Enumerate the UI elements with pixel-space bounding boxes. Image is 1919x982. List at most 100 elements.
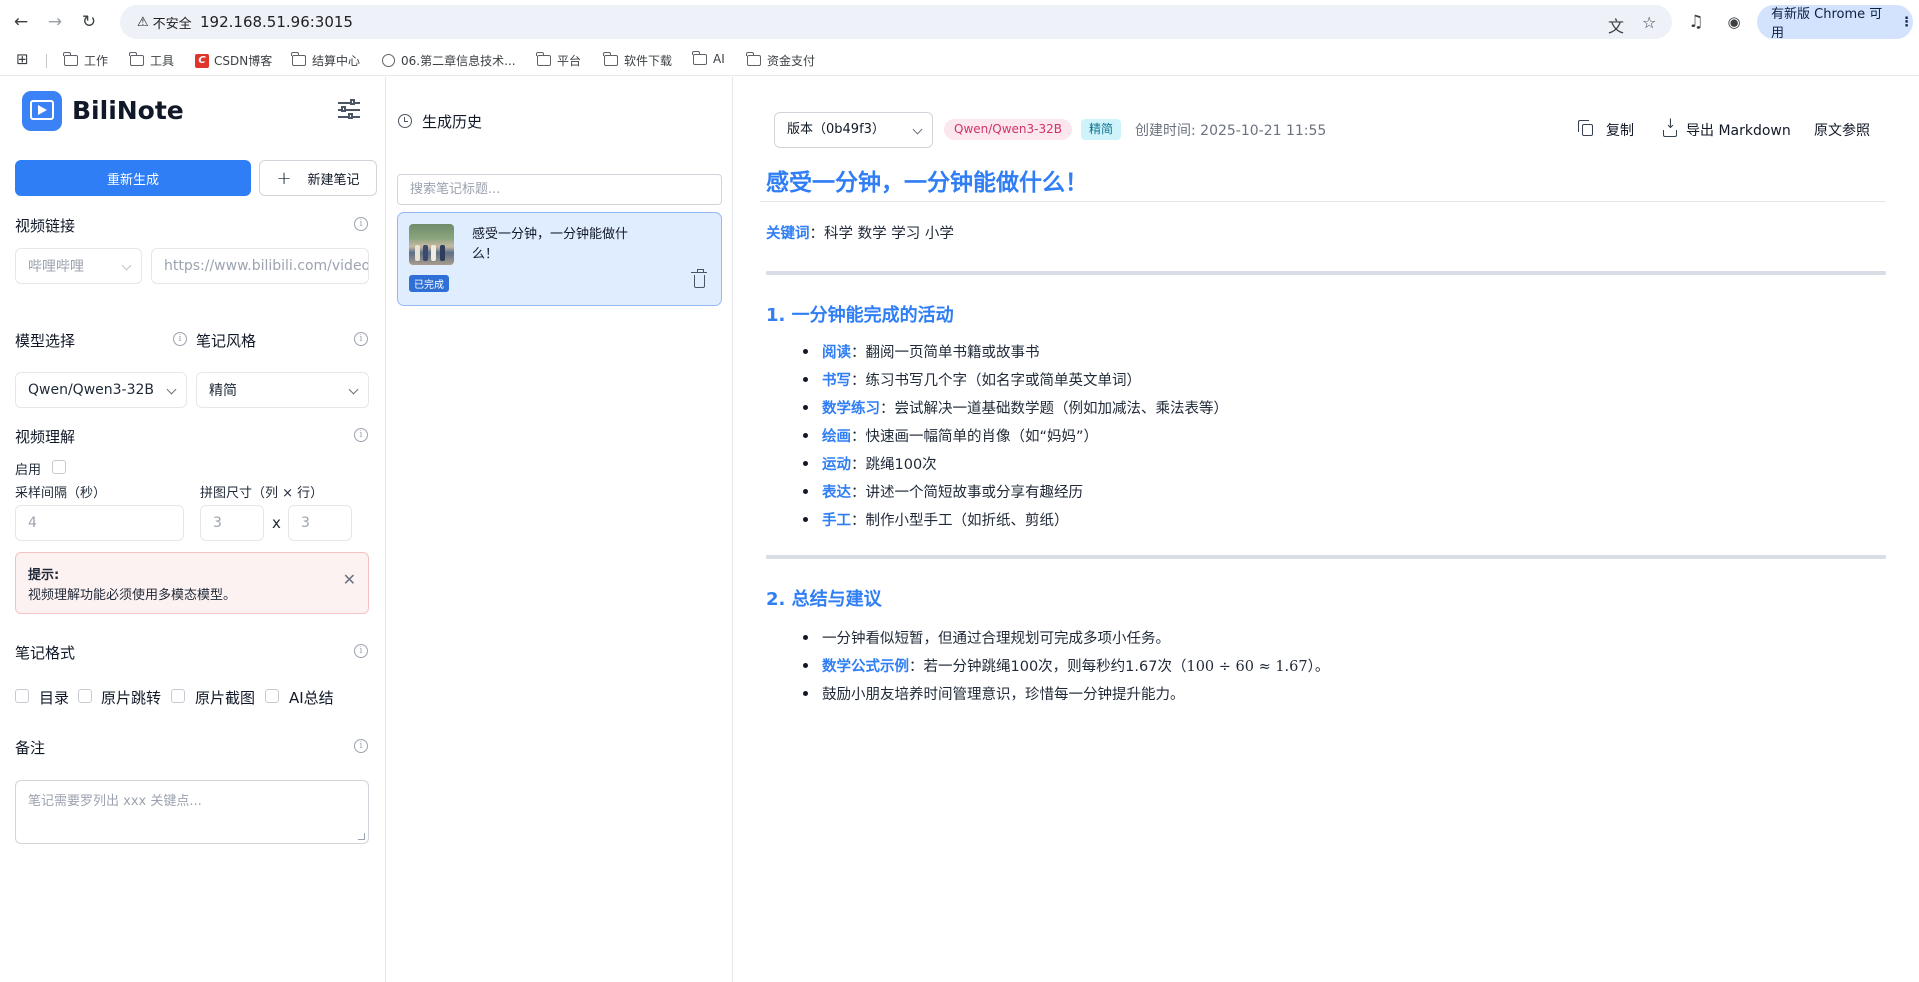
keywords-label: 关键词 [766, 226, 810, 242]
bookmark-item[interactable]: AI [692, 50, 725, 66]
style-badge: 精简 [1081, 119, 1122, 140]
apps-grid-icon[interactable]: ⊞ [16, 50, 29, 68]
format-label-ai-summary: AI总结 [289, 689, 334, 707]
grid-x-separator: x [272, 514, 281, 532]
bookmark-item[interactable]: 资金支付 [746, 52, 815, 69]
settings-sliders-icon[interactable] [338, 99, 360, 121]
info-icon[interactable]: i [354, 739, 368, 753]
interval-input[interactable]: 4 [15, 505, 184, 541]
close-icon[interactable]: ✕ [343, 570, 356, 589]
folder-icon [746, 52, 761, 66]
plus-icon: + [276, 167, 292, 189]
bookmark-item[interactable]: 06.第二章信息技术... [382, 52, 516, 69]
bookmark-item[interactable]: 工具 [129, 52, 174, 69]
section-heading: 1. 一分钟能完成的活动 [766, 305, 954, 326]
copy-button[interactable]: 复制 [1578, 120, 1634, 140]
info-icon[interactable]: i [354, 217, 368, 231]
list-item: 数学练习：尝试解决一道基础数学题（例如加减法、乘法表等） [803, 397, 1228, 418]
media-icon[interactable]: ♫ [1683, 9, 1709, 35]
list-item: 数学公式示例：若一分钟跳绳100次，则每秒约1.67次（100 ÷ 60 ≈ 1… [802, 655, 1330, 676]
slider-knob [348, 113, 353, 119]
style-select[interactable]: 精简 [196, 372, 369, 408]
regenerate-button[interactable]: 重新生成 [15, 160, 251, 196]
bookmark-item[interactable]: 软件下载 [603, 52, 672, 69]
list-item: 表达：讲述一个简短故事或分享有趣经历 [803, 481, 1083, 502]
source-reference-button[interactable]: 原文参照 [1814, 120, 1870, 140]
profile-icon[interactable]: ◉ [1721, 9, 1747, 35]
model-select[interactable]: Qwen/Qwen3-32B [15, 372, 187, 408]
slider-knob [350, 99, 355, 105]
new-note-button[interactable]: + 新建笔记 [259, 160, 377, 196]
list-item: 运动：跳绳100次 [803, 453, 937, 474]
security-chip[interactable]: ⚠ 不安全 [130, 12, 199, 32]
thumb-figure [431, 245, 436, 261]
item-keyword: 数学练习 [822, 401, 880, 417]
reload-icon[interactable]: ↻ [76, 9, 102, 35]
version-select[interactable]: 版本（0b49f3） [774, 112, 933, 148]
title-divider [760, 201, 1886, 202]
list-item: 鼓励小朋友培养时间管理意识，珍惜每一分钟提升能力。 [803, 683, 1185, 704]
item-text: ：制作小型手工（如折纸、剪纸） [851, 513, 1069, 529]
info-icon[interactable]: i [354, 644, 368, 658]
list-item: 阅读：翻阅一页简单书籍或故事书 [803, 341, 1040, 362]
item-keyword: 数学公式示例 [822, 659, 909, 675]
history-panel: 生成历史 搜索笔记标题... 感受一分钟，一分钟能做什么！ 已完成 [387, 77, 733, 982]
bookmark-star-icon[interactable]: ☆ [1642, 13, 1656, 32]
translate-icon[interactable]: 文 [1608, 13, 1624, 37]
clock-icon [398, 114, 412, 128]
globe-icon [382, 54, 395, 67]
thumb-figure [440, 245, 445, 261]
bookmarks-divider [46, 54, 47, 68]
thumb-figure [423, 245, 428, 261]
item-text: ：翻阅一页简单书籍或故事书 [851, 345, 1040, 361]
enable-label: 启用 [15, 463, 42, 478]
search-input[interactable]: 搜索笔记标题... [397, 174, 722, 205]
video-url-input[interactable]: https://www.bilibili.com/video/... [151, 248, 369, 284]
more-menu-icon: ⋮ [1900, 14, 1913, 30]
history-item[interactable]: 感受一分钟，一分钟能做什么！ 已完成 [397, 212, 722, 306]
format-checkbox-screenshot[interactable] [171, 689, 185, 703]
item-text: ：快速画一幅简单的肖像（如“妈妈”） [851, 429, 1099, 445]
forward-icon[interactable]: → [42, 9, 68, 35]
bookmark-item[interactable]: 平台 [536, 52, 581, 69]
csdn-icon: C [195, 53, 209, 68]
info-icon[interactable]: i [173, 332, 187, 346]
grid-cols-input[interactable]: 3 [200, 505, 264, 541]
list-item: 书写：练习书写几个字（如名字或简单英文单词） [803, 369, 1141, 390]
list-item: 手工：制作小型手工（如折纸、剪纸） [803, 509, 1069, 530]
grid-rows-input[interactable]: 3 [288, 505, 352, 541]
bookmark-item[interactable]: 工作 [63, 52, 108, 69]
math-formula: 100 ÷ 60 ≈ 1.67 [1186, 659, 1308, 675]
bookmark-item[interactable]: 结算中心 [291, 52, 360, 69]
format-label-screenshot: 原片截图 [195, 689, 256, 707]
warning-icon: ⚠ [137, 14, 149, 30]
video-link-title: 视频链接 [15, 217, 76, 235]
format-checkbox-toc[interactable] [15, 689, 29, 703]
bookmark-item[interactable]: C CSDN博客 [195, 52, 272, 69]
interval-label: 采样间隔（秒） [15, 486, 107, 501]
thumb-figure [415, 245, 420, 261]
format-checkbox-ai-summary[interactable] [265, 689, 279, 703]
export-markdown-button[interactable]: 导出 Markdown [1663, 117, 1791, 140]
enable-checkbox[interactable] [52, 460, 66, 474]
back-icon[interactable]: ← [8, 9, 34, 35]
info-icon[interactable]: i [354, 332, 368, 346]
item-text: ）。 [1307, 659, 1330, 675]
item-text: ：若一分钟跳绳100次，则每秒约1.67次（ [909, 659, 1187, 675]
platform-select[interactable]: 哔哩哔哩 [15, 248, 142, 284]
style-title: 笔记风格 [196, 332, 257, 350]
remark-textarea[interactable]: 笔记需要罗列出 xxx 关键点... [15, 780, 369, 844]
slider-line [338, 102, 360, 104]
address-bar[interactable]: ⚠ 不安全 192.168.51.96:3015 文 ☆ [120, 5, 1672, 39]
multimodal-hint-alert: 提示: 视频理解功能必须使用多模态模型。 ✕ [15, 552, 369, 614]
update-chrome-button[interactable]: 有新版 Chrome 可用 ⋮ [1757, 5, 1913, 41]
chevron-down-icon [912, 124, 923, 135]
format-checkbox-jump[interactable] [78, 689, 92, 703]
trash-icon[interactable] [691, 269, 707, 288]
info-icon[interactable]: i [354, 428, 368, 442]
resize-handle-icon[interactable] [358, 833, 365, 840]
item-text: ：尝试解决一道基础数学题（例如加减法、乘法表等） [880, 401, 1228, 417]
url-text[interactable]: 192.168.51.96:3015 [200, 13, 353, 31]
status-badge: 已完成 [409, 275, 449, 292]
item-text: ：跳绳100次 [851, 457, 937, 473]
